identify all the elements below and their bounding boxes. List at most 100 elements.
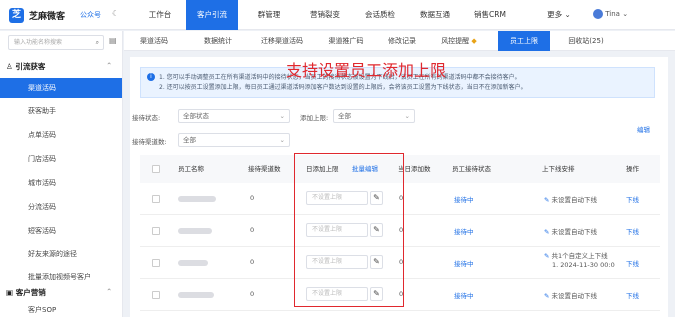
chevron-down-icon: ⌄ xyxy=(279,112,285,120)
schedule-label: 未设置自动下线 xyxy=(551,228,598,236)
sidebar-item-acquisition-assistant[interactable]: 获客助手 xyxy=(0,101,122,121)
collapse-sidebar-icon[interactable]: ▤ xyxy=(109,36,117,45)
user-name: Tina ⌄ xyxy=(605,10,629,18)
row-checkbox[interactable] xyxy=(152,291,160,299)
schedule-label: 未设置自动下线 xyxy=(551,292,598,300)
sidebar-group-acquisition[interactable]: ♙ 引流获客 ⌃ xyxy=(6,61,112,72)
reception-status[interactable]: 接待中 xyxy=(454,290,474,300)
annotation-overlay-text: 支持设置员工添加上限 xyxy=(286,61,447,80)
tab-data-statistics[interactable]: 数据统计 xyxy=(192,31,244,51)
tab-channel-qrcode[interactable]: 渠道活码 xyxy=(128,31,180,51)
reception-status[interactable]: 接待中 xyxy=(454,226,474,236)
chevron-up-icon: ⌃ xyxy=(106,61,113,70)
reception-status[interactable]: 接待中 xyxy=(454,258,474,268)
schedule-text[interactable]: ✎ 未设置自动下线 xyxy=(544,226,597,236)
page-tabs: 渠道活码 数据统计 迁移渠道活码 渠道推广码 修改记录 风控提醒 ◆ 员工上限 … xyxy=(124,31,675,51)
employee-name-redacted xyxy=(178,228,212,234)
user-group-icon: ♙ xyxy=(6,62,13,71)
sidebar-item-city-qrcode[interactable]: 城市活码 xyxy=(0,173,122,193)
channels-filter-label: 接待渠道数: xyxy=(132,138,167,146)
highlight-box xyxy=(294,153,404,307)
employee-name-redacted xyxy=(178,260,208,266)
sidebar-item-customer-sop[interactable]: 客户SOP xyxy=(0,303,122,317)
status-filter-value: 全部状态 xyxy=(183,112,209,120)
avatar xyxy=(593,9,603,19)
nav-marketing-fission[interactable]: 营销裂变 xyxy=(300,0,350,30)
channels-filter-value: 全部 xyxy=(183,136,196,144)
marketing-icon: ▣ xyxy=(6,288,14,297)
brand-logo-icon: 芝 xyxy=(9,8,24,23)
nav-group-management[interactable]: 群管理 xyxy=(246,0,292,30)
notice-line-2: 2. 还可以按员工设置添加上限，每日员工通过渠道活码添加客户数达到设置的上限后，… xyxy=(159,84,527,91)
sidebar-group-label: 引流获客 xyxy=(15,62,46,71)
tab-employee-limit[interactable]: 员工上限 xyxy=(498,31,550,51)
chevron-up-icon: ⌃ xyxy=(106,287,113,296)
status-filter-select[interactable]: 全部状态 ⌄ xyxy=(178,109,290,123)
offline-button[interactable]: 下线 xyxy=(626,194,639,204)
limit-filter-select[interactable]: 全部 ⌄ xyxy=(333,109,415,123)
sidebar-item-store-qrcode[interactable]: 门店活码 xyxy=(0,149,122,169)
channels-count: 0 xyxy=(250,258,255,266)
sidebar-item-friend-source[interactable]: 好友来源的途径 xyxy=(0,244,122,264)
theme-toggle-icon[interactable]: ☾ xyxy=(112,9,119,18)
nav-sales-crm[interactable]: 销售CRM xyxy=(463,0,517,30)
tab-risk-alert[interactable]: 风控提醒 ◆ xyxy=(429,31,489,51)
status-filter-label: 接待状态: xyxy=(132,114,161,122)
channels-count: 0 xyxy=(250,194,255,202)
schedule-label: 共1个自定义上下线 xyxy=(551,252,608,260)
row-checkbox[interactable] xyxy=(152,259,160,267)
chevron-down-icon: ⌄ xyxy=(404,112,410,120)
reception-status[interactable]: 接待中 xyxy=(454,194,474,204)
employee-name-redacted xyxy=(178,292,214,298)
nav-customer-acquisition[interactable]: 客户引流 xyxy=(186,0,238,30)
col-channels: 接待渠道数 xyxy=(248,165,281,173)
sidebar: 输入功能名称搜索 ⌕ ▤ ♙ 引流获客 ⌃ 渠道活码 获客助手 点单活码 门店活… xyxy=(0,31,123,317)
pencil-icon: ✎ xyxy=(544,252,550,260)
limit-filter-value: 全部 xyxy=(338,112,351,120)
offline-button[interactable]: 下线 xyxy=(626,290,639,300)
sidebar-item-channel-qrcode[interactable]: 渠道活码 xyxy=(0,78,122,98)
tab-risk-alert-label: 风控提醒 xyxy=(441,37,470,45)
sidebar-group-marketing[interactable]: ▣ 客户营销 ⌃ xyxy=(6,287,112,298)
info-icon: i xyxy=(147,73,155,81)
tab-promotion-code[interactable]: 渠道推广码 xyxy=(319,31,373,51)
select-all-checkbox[interactable] xyxy=(152,165,160,173)
sidebar-item-short-qrcode[interactable]: 短客活码 xyxy=(0,221,122,241)
offline-button[interactable]: 下线 xyxy=(626,226,639,236)
sidebar-item-split-qrcode[interactable]: 分流活码 xyxy=(0,197,122,217)
user-menu[interactable]: Tina ⌄ xyxy=(593,9,628,19)
channels-filter-select[interactable]: 全部 ⌄ xyxy=(178,133,290,147)
schedule-detail: 1. 2024-11-30 00:0 xyxy=(552,261,615,269)
channels-count: 0 xyxy=(250,290,255,298)
sidebar-item-order-qrcode[interactable]: 点单活码 xyxy=(0,125,122,145)
tab-recycle-bin[interactable]: 回收站(25) xyxy=(560,31,612,51)
offline-button[interactable]: 下线 xyxy=(626,258,639,268)
schedule-label: 未设置自动下线 xyxy=(551,196,598,204)
brand-name: 芝麻微客 xyxy=(29,12,66,22)
nav-more[interactable]: 更多 ⌄ xyxy=(540,0,578,30)
search-icon: ⌕ xyxy=(95,39,99,46)
tab-migrate-qrcode[interactable]: 迁移渠道活码 xyxy=(252,31,312,51)
row-checkbox[interactable] xyxy=(152,195,160,203)
tab-change-log[interactable]: 修改记录 xyxy=(380,31,424,51)
row-checkbox[interactable] xyxy=(152,227,160,235)
nav-data-sync[interactable]: 数据互通 xyxy=(410,0,460,30)
schedule-text[interactable]: ✎ 未设置自动下线 xyxy=(544,194,597,204)
edit-link[interactable]: 编辑 xyxy=(637,124,650,134)
pencil-icon: ✎ xyxy=(544,228,550,236)
channels-count: 0 xyxy=(250,226,255,234)
brand-tag[interactable]: 公众号 xyxy=(80,10,101,20)
nav-workbench[interactable]: 工作台 xyxy=(137,0,183,30)
pencil-icon: ✎ xyxy=(544,196,550,204)
schedule-text[interactable]: ✎ 未设置自动下线 xyxy=(544,290,597,300)
warning-icon: ◆ xyxy=(471,37,477,45)
col-employee-name: 员工名称 xyxy=(178,165,204,173)
sidebar-search-input[interactable]: 输入功能名称搜索 ⌕ xyxy=(8,35,104,50)
limit-filter-label: 添加上限: xyxy=(300,114,329,122)
sidebar-group-label: 客户营销 xyxy=(15,288,46,297)
nav-session-inspection[interactable]: 会话质检 xyxy=(355,0,405,30)
col-reception-status: 员工接待状态 xyxy=(452,165,491,173)
sidebar-search-placeholder: 输入功能名称搜索 xyxy=(14,39,63,46)
schedule-text[interactable]: ✎ 共1个自定义上下线 1. 2024-11-30 00:0 xyxy=(544,252,615,270)
sidebar-item-batch-add-video[interactable]: 批量添加视频号客户 xyxy=(0,267,122,287)
